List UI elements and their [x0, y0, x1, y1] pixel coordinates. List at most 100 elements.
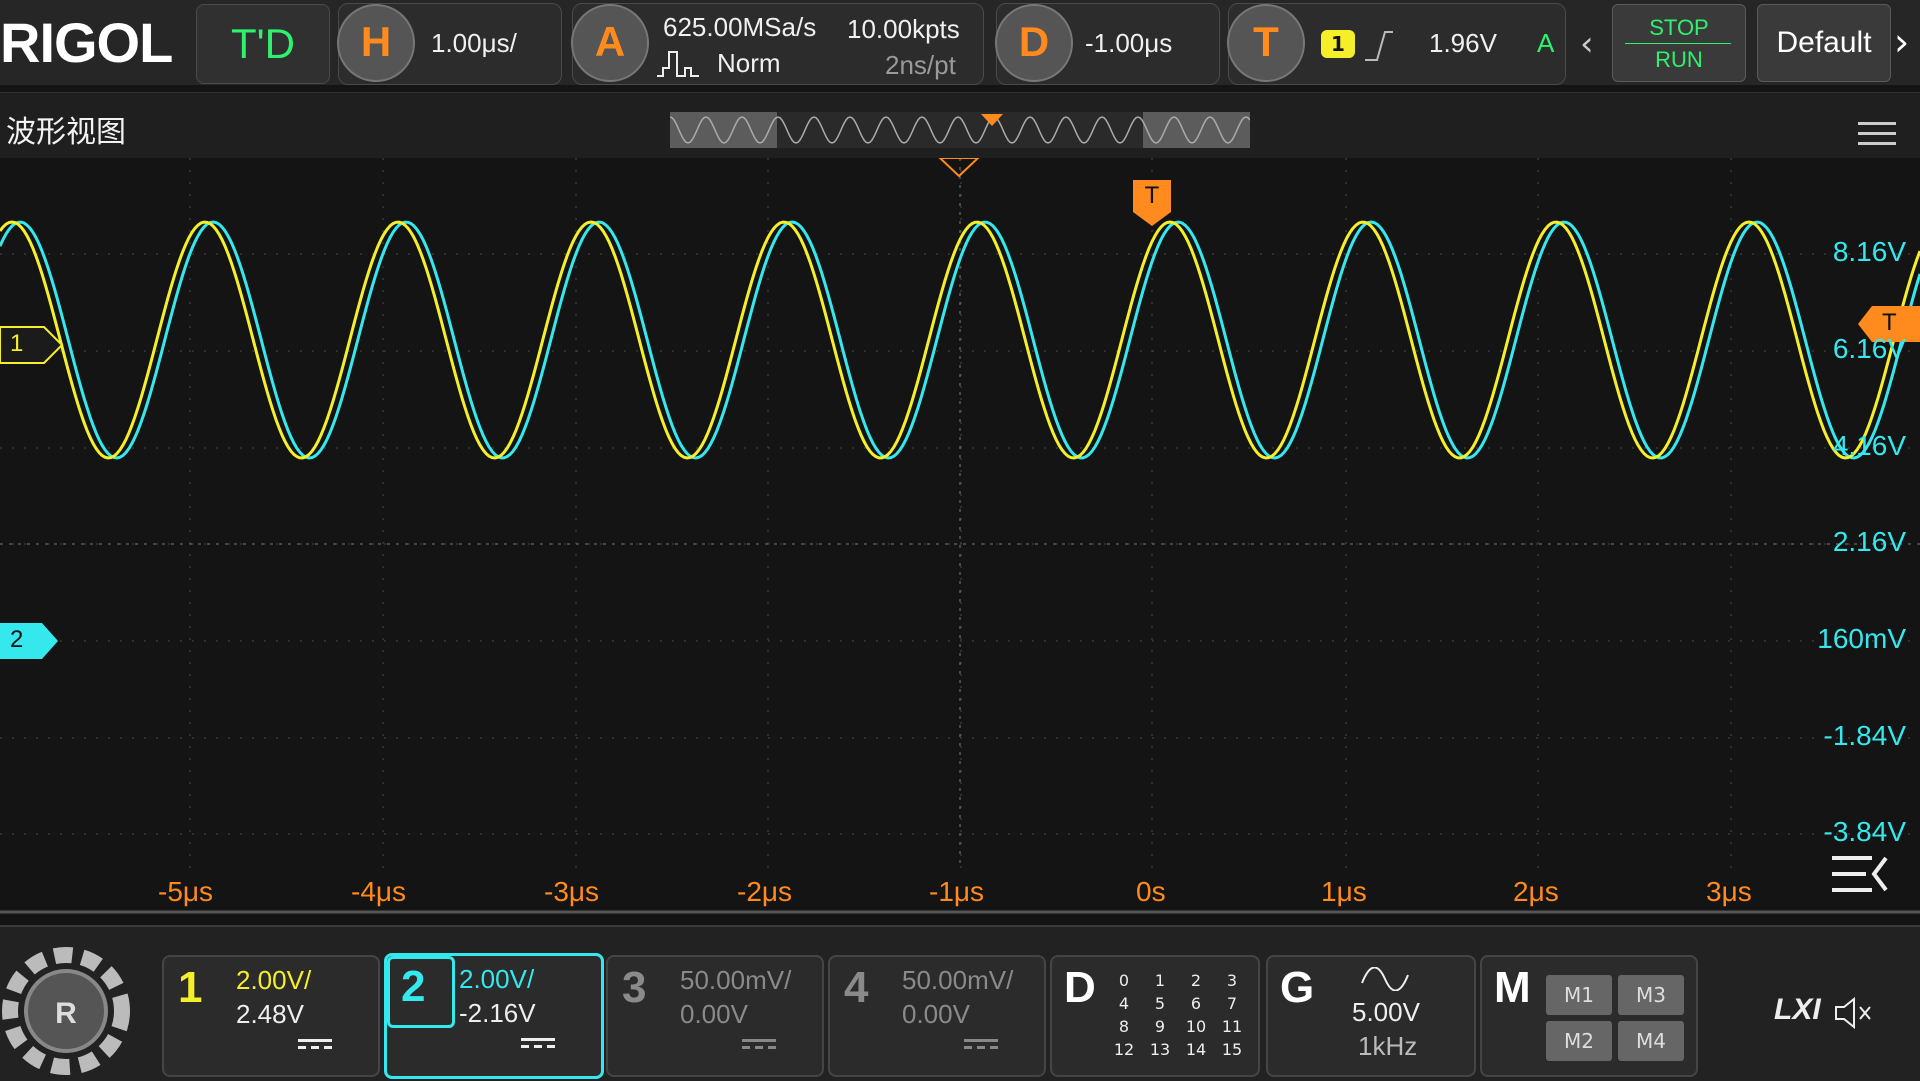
- time-label: -4μs: [351, 876, 407, 907]
- channel-2-offset: -2.16V: [459, 998, 536, 1028]
- time-label: 1μs: [1321, 876, 1367, 907]
- acquire-mode: Norm: [717, 48, 781, 78]
- time-label: -2μs: [737, 876, 793, 907]
- brand-logo: RIGOL: [0, 11, 173, 74]
- digital-bit: 15: [1221, 1040, 1243, 1059]
- math-m1-button[interactable]: M1: [1546, 975, 1612, 1015]
- stop-run-button[interactable]: STOP RUN: [1612, 4, 1746, 82]
- trigger-settings[interactable]: T 1 1.96V A: [1227, 3, 1566, 85]
- scroll-left-icon[interactable]: ‹: [1580, 24, 1594, 64]
- waveform-display[interactable]: T T 1 2 8.16V 6.16V 4.16V 2.16V 160mV -1…: [0, 158, 1920, 920]
- digital-bit: 9: [1154, 1017, 1166, 1036]
- delay-value: -1.00μs: [1085, 28, 1173, 58]
- voltage-label: -3.84V: [1823, 816, 1907, 847]
- digital-channels-panel[interactable]: D 0 1 2 3 4 5 6 7 8 9 10 11 12 13 14 15: [1050, 955, 1260, 1077]
- digital-bit: 2: [1190, 971, 1202, 990]
- mode-label: T'D: [230, 20, 295, 67]
- trigger-badge: T: [1227, 4, 1305, 82]
- time-label: -1μs: [929, 876, 985, 907]
- rising-edge-icon: [1365, 31, 1393, 61]
- channel-2-scale: 2.00V/: [459, 964, 535, 994]
- channel-4-offset: 0.00V: [902, 999, 970, 1029]
- voltage-label: 6.16V: [1832, 333, 1906, 364]
- channel-1-number: 1: [178, 963, 203, 1012]
- stop-run-divider: [1625, 43, 1731, 44]
- dc-coupling-icon: [742, 1039, 776, 1049]
- side-menu-toggle-icon[interactable]: [1830, 850, 1890, 900]
- generator-panel[interactable]: G 5.00V 1kHz: [1266, 955, 1476, 1077]
- waveform-overview-navigator[interactable]: [670, 112, 1250, 148]
- generator-amplitude: 5.00V: [1352, 997, 1420, 1027]
- math-m2-button[interactable]: M2: [1546, 1021, 1612, 1061]
- acquire-badge: A: [571, 4, 649, 82]
- dc-coupling-icon: [298, 1039, 332, 1049]
- channel-3-number: 3: [622, 963, 647, 1012]
- digital-bit: 8: [1118, 1017, 1130, 1036]
- digital-bit: 12: [1113, 1040, 1135, 1059]
- trigger-time-marker-label: T: [1144, 182, 1160, 209]
- time-label: -5μs: [158, 876, 214, 907]
- bottom-status-bar: R 1 2.00V/ 2.48V 2 2.00V/ -2.16V 3 50.00…: [0, 925, 1920, 1081]
- voltage-label: 4.16V: [1832, 430, 1906, 461]
- delay-badge: D: [995, 4, 1073, 82]
- horizontal-badge: H: [337, 4, 415, 82]
- channel-4-number: 4: [844, 963, 869, 1012]
- channel-2-panel[interactable]: 2 2.00V/ -2.16V: [384, 953, 604, 1079]
- generator-frequency: 1kHz: [1358, 1031, 1418, 1061]
- acquire-mode-icon: [657, 51, 699, 77]
- time-label: 2μs: [1513, 876, 1559, 907]
- voltage-label: -1.84V: [1823, 720, 1907, 751]
- sample-rate: 625.00MSa/s: [663, 12, 817, 42]
- digital-bit: 10: [1185, 1017, 1207, 1036]
- math-m3-button[interactable]: M3: [1618, 975, 1684, 1015]
- svg-text:R: R: [55, 997, 77, 1030]
- digital-bit: 3: [1226, 971, 1238, 990]
- memory-depth: 10.00kpts: [847, 14, 960, 44]
- acquire-settings[interactable]: A 625.00MSa/s Norm 10.00kpts 2ns/pt: [571, 3, 984, 85]
- menu-icon[interactable]: [1858, 120, 1896, 148]
- channel-1-scale: 2.00V/: [236, 965, 312, 995]
- ch1-offset-marker[interactable]: 1: [0, 326, 64, 364]
- time-per-point: 2ns/pt: [885, 50, 956, 80]
- run-label: RUN: [1655, 47, 1703, 72]
- digital-bit: 4: [1118, 994, 1130, 1013]
- speaker-muted-icon[interactable]: [1834, 997, 1874, 1029]
- trigger-level: 1.96V: [1429, 28, 1497, 58]
- channel-4-panel[interactable]: 4 50.00mV/ 0.00V: [828, 955, 1046, 1077]
- timebase-scale: 1.00μs/: [431, 28, 517, 58]
- voltage-label: 8.16V: [1832, 236, 1906, 267]
- digital-bit-grid: 0 1 2 3 4 5 6 7 8 9 10 11 12 13 14 15: [1106, 971, 1256, 1059]
- ch2-offset-marker[interactable]: 2: [0, 623, 60, 659]
- digital-bit: 11: [1221, 1017, 1243, 1036]
- digital-bit: 1: [1154, 971, 1166, 990]
- trigger-time-marker[interactable]: T: [1133, 180, 1171, 226]
- stop-label: STOP: [1649, 15, 1709, 40]
- scroll-right-icon[interactable]: ›: [1894, 20, 1909, 64]
- delay-settings[interactable]: D -1.00μs: [995, 3, 1220, 85]
- trigger-source-badge: 1: [1321, 30, 1355, 58]
- horizontal-settings[interactable]: H 1.00μs/: [337, 3, 562, 85]
- trigger-position-indicator: [938, 158, 980, 178]
- lxi-logo: LXI: [1774, 993, 1821, 1026]
- channel-2-number: 2: [401, 962, 426, 1011]
- home-gear-icon[interactable]: R: [0, 945, 136, 1081]
- channel-1-panel[interactable]: 1 2.00V/ 2.48V: [162, 955, 380, 1077]
- top-toolbar: RIGOL T'D H 1.00μs/ A 625.00MSa/s Norm 1…: [0, 0, 1920, 85]
- digital-bit: 14: [1185, 1040, 1207, 1059]
- digital-bit: 0: [1118, 971, 1130, 990]
- dc-coupling-icon: [521, 1038, 555, 1048]
- channel-3-panel[interactable]: 3 50.00mV/ 0.00V: [606, 955, 824, 1077]
- time-label: 0s: [1136, 876, 1166, 907]
- channel-1-offset: 2.48V: [236, 999, 304, 1029]
- trigger-mode: A: [1537, 28, 1555, 58]
- time-label: 3μs: [1706, 876, 1752, 907]
- math-m4-button[interactable]: M4: [1618, 1021, 1684, 1061]
- math-letter: M: [1494, 963, 1531, 1012]
- default-setup-button[interactable]: Default: [1757, 4, 1891, 82]
- math-panel[interactable]: M M1 M3 M2 M4: [1480, 955, 1698, 1077]
- digital-letter: D: [1064, 963, 1096, 1012]
- digital-bit: 13: [1149, 1040, 1171, 1059]
- waveform-grid-and-traces: [0, 158, 1920, 914]
- page-title: 波形视图: [6, 115, 126, 150]
- time-delay-mode-button[interactable]: T'D: [196, 4, 330, 84]
